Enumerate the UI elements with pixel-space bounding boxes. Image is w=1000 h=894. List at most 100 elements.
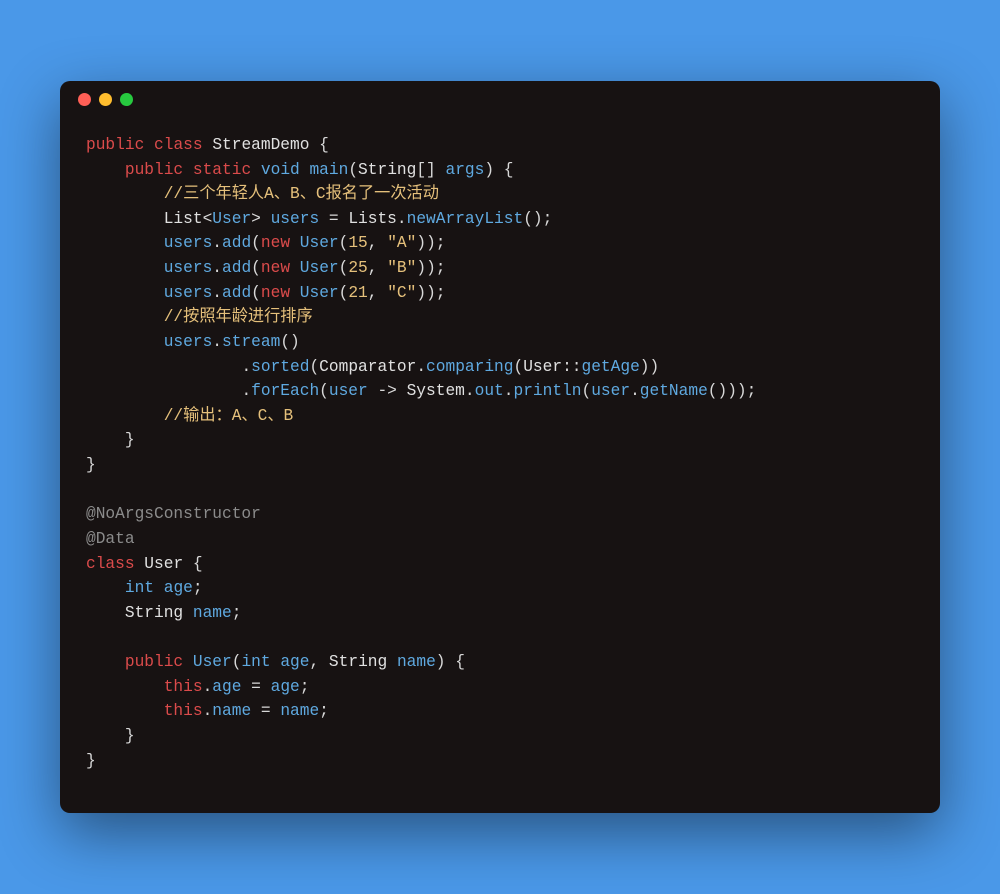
code-token: String [329,653,387,671]
code-token: getAge [582,358,640,376]
code-token [86,653,125,671]
code-line: //按照年龄进行排序 [86,308,313,326]
code-token: new [261,234,290,252]
maximize-icon[interactable] [120,93,133,106]
code-token: List [164,210,203,228]
code-token: //按照年龄进行排序 [164,308,313,326]
code-line: } [86,752,96,770]
code-token: "C" [387,284,416,302]
code-token [183,653,193,671]
code-token: User [523,358,562,376]
code-token [86,407,164,425]
code-token: users [271,210,320,228]
code-token [86,382,241,400]
code-token: ( [309,358,319,376]
code-line: class User { [86,555,203,573]
code-line: .sorted(Comparator.comparing(User::getAg… [86,358,659,376]
code-token: ( [513,358,523,376]
code-token: class [86,555,135,573]
code-token: ( [339,284,349,302]
code-token: this [164,678,203,696]
code-token [86,308,164,326]
code-token [86,358,241,376]
code-token: age [212,678,241,696]
code-token: name [212,702,251,720]
code-token: //三个年轻人A、B、C报名了一次活动 [164,185,439,203]
code-token: User [300,284,339,302]
code-token: 25 [348,259,367,277]
code-token: } [86,727,135,745]
code-token: age [280,653,309,671]
code-token: public [86,136,144,154]
code-token: String [125,604,183,622]
code-line: List<User> users = Lists.newArrayList(); [86,210,552,228]
code-line: int age; [86,579,203,597]
code-token: > [251,210,270,228]
code-line: String name; [86,604,241,622]
code-token [86,185,164,203]
code-token [251,161,261,179]
code-token [86,234,164,252]
code-token: . [203,678,213,696]
code-token [183,604,193,622]
code-token: . [203,702,213,720]
code-token: StreamDemo [212,136,309,154]
code-token: "A" [387,234,416,252]
code-token: class [154,136,203,154]
code-token: users [164,234,213,252]
code-token: ( [339,234,349,252]
code-token: int [125,579,154,597]
code-token: { [183,555,202,573]
code-token [86,579,125,597]
code-token: User [300,259,339,277]
code-token: } [86,456,96,474]
code-token: args [446,161,485,179]
code-token: . [241,382,251,400]
code-window: public class StreamDemo { public static … [60,81,940,813]
code-token: , [368,284,387,302]
code-token: () [280,333,299,351]
close-icon[interactable] [78,93,91,106]
code-token: ; [232,604,242,622]
code-token: @NoArgsConstructor [86,505,261,523]
code-token [387,653,397,671]
code-line: @NoArgsConstructor [86,505,261,523]
code-token: add [222,259,251,277]
code-token: int [241,653,270,671]
code-token [135,555,145,573]
code-token: void [261,161,300,179]
minimize-icon[interactable] [99,93,112,106]
code-token: ; [300,678,310,696]
code-token: = [251,702,280,720]
code-token: ( [232,653,242,671]
code-token [86,333,164,351]
code-token: sorted [251,358,309,376]
code-token: = [319,210,348,228]
code-token: )) [640,358,659,376]
code-token: users [164,259,213,277]
code-token: [] [416,161,445,179]
code-token: //输出：A、C、B [164,407,294,425]
code-token: age [271,678,300,696]
code-token: . [212,259,222,277]
code-line: @Data [86,530,135,548]
code-token [86,259,164,277]
code-token: ( [251,234,261,252]
code-token: static [193,161,251,179]
code-line: this.age = age; [86,678,309,696]
code-line: this.name = name; [86,702,329,720]
code-token: User [144,555,183,573]
code-token: name [397,653,436,671]
code-token: stream [222,333,280,351]
code-token [290,234,300,252]
code-token: ( [339,259,349,277]
code-token [154,579,164,597]
code-token [144,136,154,154]
code-line: .forEach(user -> System.out.println(user… [86,382,756,400]
code-token: out [475,382,504,400]
code-token: , [309,653,328,671]
code-token: new [261,284,290,302]
code-token: ( [251,284,261,302]
code-token: = [241,678,270,696]
code-token: ())); [708,382,757,400]
